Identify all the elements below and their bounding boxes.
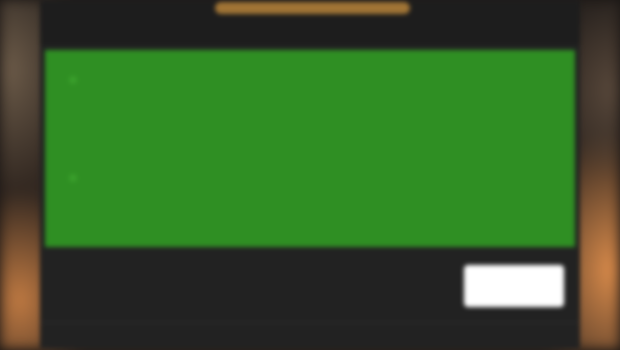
top-bar <box>40 0 580 45</box>
total-input[interactable] <box>464 265 564 307</box>
entry-bullet-icon <box>69 76 77 84</box>
entry-bullet-icon <box>69 174 77 182</box>
total-row <box>40 255 580 313</box>
top-handle <box>215 2 410 14</box>
selected-entries-panel <box>45 50 575 247</box>
app-screen <box>40 0 580 349</box>
footer-row <box>40 322 580 350</box>
